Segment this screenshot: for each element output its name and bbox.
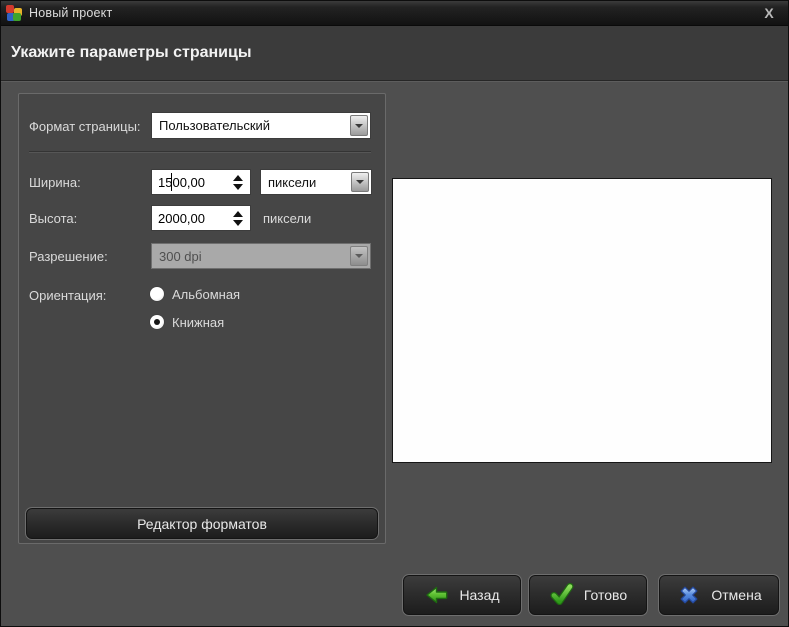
radio-icon[interactable] <box>150 287 164 301</box>
app-icon-red-part <box>6 5 14 13</box>
titlebar: Новый проект X <box>1 1 788 26</box>
app-icon-green-part <box>13 13 21 21</box>
spin-up-icon[interactable] <box>233 175 243 181</box>
cancel-x-icon <box>676 582 702 608</box>
orientation-label: Ориентация: <box>29 288 106 303</box>
spin-down-icon[interactable] <box>233 220 243 226</box>
text-caret <box>171 173 172 191</box>
width-label: Ширина: <box>29 175 81 190</box>
resolution-value: 300 dpi <box>152 249 348 264</box>
resolution-select: 300 dpi <box>151 243 371 269</box>
page-format-select[interactable]: Пользовательский <box>151 112 371 139</box>
chevron-down-icon[interactable] <box>351 172 369 192</box>
format-editor-button[interactable]: Редактор форматов <box>25 507 379 540</box>
width-unit-select[interactable]: пиксели <box>260 169 372 195</box>
width-field-wrap <box>151 169 251 195</box>
dialog-content: Формат страницы: Пользовательский Ширина… <box>1 81 788 626</box>
checkmark-icon <box>549 582 575 608</box>
page-preview <box>392 178 772 463</box>
width-unit-value: пиксели <box>261 175 349 190</box>
dialog-header: Укажите параметры страницы <box>1 26 788 81</box>
page-settings-panel: Формат страницы: Пользовательский Ширина… <box>18 93 386 544</box>
back-button[interactable]: Назад <box>402 574 522 616</box>
orientation-option-portrait[interactable]: Книжная <box>150 312 224 332</box>
chevron-down-icon <box>350 246 368 266</box>
spin-up-icon[interactable] <box>233 211 243 217</box>
format-label: Формат страницы: <box>29 119 141 134</box>
window-title: Новый проект <box>29 6 112 20</box>
width-stepper[interactable] <box>233 169 243 195</box>
height-stepper[interactable] <box>233 205 243 231</box>
spin-down-icon[interactable] <box>233 184 243 190</box>
new-project-dialog: Новый проект X Укажите параметры страниц… <box>0 0 789 627</box>
app-icon <box>6 5 22 21</box>
radio-label: Книжная <box>172 315 224 330</box>
done-button-label: Готово <box>584 587 627 603</box>
height-label: Высота: <box>29 211 77 226</box>
radio-label: Альбомная <box>172 287 240 302</box>
cancel-button-label: Отмена <box>711 587 761 603</box>
back-arrow-icon <box>424 582 450 608</box>
close-icon[interactable]: X <box>760 4 778 22</box>
height-field-wrap <box>151 205 251 231</box>
page-format-value: Пользовательский <box>152 118 348 133</box>
divider <box>29 151 371 152</box>
done-button[interactable]: Готово <box>528 574 648 616</box>
radio-icon[interactable] <box>150 315 164 329</box>
cancel-button[interactable]: Отмена <box>658 574 780 616</box>
orientation-option-landscape[interactable]: Альбомная <box>150 284 240 304</box>
resolution-label: Разрешение: <box>29 249 108 264</box>
page-title: Укажите параметры страницы <box>11 44 252 62</box>
height-unit-label: пиксели <box>263 211 311 226</box>
chevron-down-icon[interactable] <box>350 115 368 136</box>
back-button-label: Назад <box>459 587 499 603</box>
